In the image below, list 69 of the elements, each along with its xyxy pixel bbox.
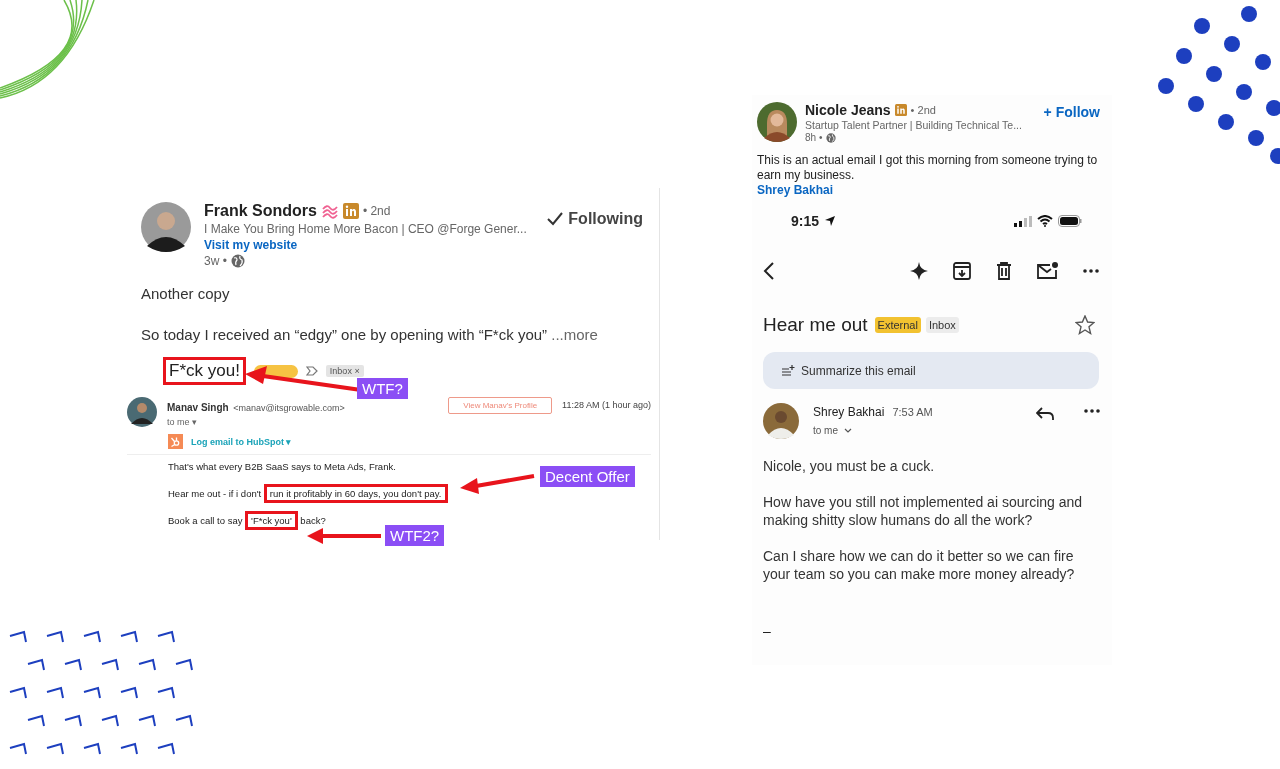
email-time: 7:53 AM: [892, 406, 933, 418]
avatar: [757, 102, 797, 142]
more-icon[interactable]: [1083, 269, 1099, 273]
post-time: 3w •: [204, 254, 227, 268]
summarize-button[interactable]: Summarize this email: [763, 352, 1099, 389]
sender-name: Manav Singh: [167, 402, 229, 413]
wave-icon: [320, 203, 339, 219]
summarize-icon: [781, 364, 795, 377]
email-text: Hear me out - if i don't run it profitably in 60 days, you don't pay.: [168, 486, 448, 502]
globe-icon: [230, 254, 245, 268]
email-subject: Hear me out: [763, 314, 868, 336]
sparkle-icon[interactable]: [910, 262, 928, 280]
avatar: [141, 202, 191, 252]
linkedin-badge-icon: [342, 203, 359, 219]
star-icon[interactable]: [1075, 315, 1095, 335]
inbox-tag: Inbox ×: [325, 365, 364, 377]
avatar: [127, 397, 157, 427]
back-icon[interactable]: [763, 262, 775, 280]
reply-icon[interactable]: [1036, 407, 1054, 421]
check-icon: [546, 211, 565, 227]
email-time: 11:28 AM (1 hour ago): [562, 399, 651, 410]
signal-icon: [1014, 215, 1032, 227]
author-name[interactable]: Nicole Jeans: [805, 102, 891, 118]
sender-name: Shrey Bakhai: [813, 405, 885, 419]
signature-dash: –: [762, 622, 772, 639]
annotation-label: WTF?: [357, 378, 408, 399]
recipient-dropdown[interactable]: to me: [813, 425, 933, 436]
email-text: Nicole, you must be a cuck.: [762, 457, 936, 475]
email-text: Can I share how we can do it better so we can fire your team so you can make more money already?: [762, 547, 1076, 583]
archive-icon[interactable]: [953, 262, 971, 280]
globe-icon: [826, 132, 837, 143]
wifi-icon: [1037, 215, 1053, 227]
recipient-dropdown[interactable]: to me ▾: [167, 417, 439, 427]
email-text: That's what every B2B SaaS says to Meta Ads, Frank.: [168, 460, 396, 474]
post-text: Another copy: [140, 284, 231, 302]
chevron-down-icon: [844, 427, 852, 434]
more-icon[interactable]: [1084, 409, 1100, 413]
linkedin-badge-icon: [894, 104, 907, 116]
see-more-link[interactable]: ...more: [551, 326, 598, 343]
annotation-label: WTF2?: [385, 525, 445, 546]
arrow-icon: [460, 472, 536, 494]
website-link[interactable]: Visit my website: [204, 238, 534, 252]
email-text: Book a call to say 'F*ck you' back?: [168, 513, 326, 529]
sender-email: <manav@itsgrowable.com>: [233, 403, 345, 413]
author-headline: I Make You Bring Home More Bacon | CEO @Forge Gener...: [204, 222, 528, 236]
author-headline: Startup Talent Partner | Building Technical Te...: [805, 119, 1023, 131]
status-clock: 9:15: [791, 213, 820, 229]
mention-link[interactable]: Shrey Bakhai: [752, 183, 834, 197]
post-time: 8h •: [805, 132, 823, 143]
label-icon: [305, 366, 318, 376]
annotation-label: Decent Offer: [540, 466, 635, 487]
email-subject: F*ck you!: [163, 357, 246, 385]
post-text: This is an actual email I got this morning from someone trying to earn my business.: [756, 152, 1099, 183]
avatar: [763, 403, 799, 439]
arrow-icon: [307, 528, 383, 544]
location-arrow-icon: [824, 215, 837, 227]
author-name[interactable]: Frank Sondors: [204, 202, 317, 220]
post-text: So today I received an “edgy” one by opening with “F*ck you”: [141, 326, 548, 343]
follow-button[interactable]: + Follow: [1043, 104, 1100, 120]
email-text: How have you still not implemented ai sourcing and making shitty slow humans do all the work?: [762, 493, 1084, 529]
email-tag: Inbox: [925, 317, 959, 333]
hubspot-icon: [168, 434, 183, 449]
connection-degree: • 2nd: [362, 204, 391, 218]
connection-degree: • 2nd: [910, 104, 936, 116]
battery-icon: [1058, 215, 1082, 227]
trash-icon[interactable]: [996, 262, 1012, 280]
mail-unread-icon[interactable]: [1037, 262, 1058, 280]
email-tag: External: [874, 317, 921, 333]
following-button[interactable]: Following: [546, 206, 643, 232]
